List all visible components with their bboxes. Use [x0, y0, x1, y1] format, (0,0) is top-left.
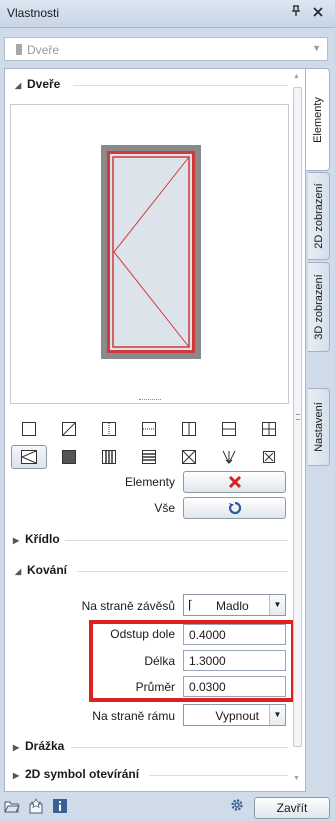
collapse-triangle-icon: ◢ — [15, 81, 22, 90]
window-title: Vlastnosti — [7, 6, 60, 20]
horizontal-bars-icon[interactable] — [137, 445, 161, 469]
element-type-select[interactable]: Dveře ▼ — [4, 37, 328, 61]
scroll-thumb[interactable] — [293, 87, 302, 747]
scroll-up-icon[interactable]: ▲ — [293, 73, 300, 80]
section-dvere-label: Dveře — [27, 77, 61, 91]
section-dvere[interactable]: ◢ Dveře — [15, 77, 288, 95]
tab-elementy-label: Elementy — [311, 96, 324, 143]
chevron-down-icon: ▼ — [312, 43, 321, 53]
section-drazka[interactable]: ▶ Drážka — [13, 739, 288, 757]
resize-grip[interactable] — [139, 399, 161, 402]
expand-triangle-icon: ▶ — [13, 771, 20, 780]
cross-split-icon[interactable] — [257, 417, 281, 441]
vertical-split-icon[interactable] — [177, 417, 201, 441]
tab-nastaveni[interactable]: Nastavení — [308, 388, 330, 466]
vertical-bars-icon[interactable] — [97, 445, 121, 469]
door-drawing — [101, 145, 201, 359]
frame-icon[interactable] — [17, 417, 41, 441]
expand-triangle-icon: ▶ — [13, 743, 20, 752]
tab-2d-label: 2D zobrazení — [312, 183, 325, 249]
element-swatch-icon — [16, 44, 22, 55]
section-2d-symbol[interactable]: ▶ 2D symbol otevírání — [13, 767, 288, 785]
highlight-box — [89, 620, 295, 702]
diagonal-frame-icon[interactable] — [57, 417, 81, 441]
close-icon[interactable] — [310, 5, 326, 21]
tab-3d-zobrazeni[interactable]: 3D zobrazení — [308, 262, 330, 352]
arrow-down-cross-icon[interactable] — [217, 445, 241, 469]
gear-icon[interactable] — [229, 797, 245, 813]
expand-triangle-icon: ▶ — [13, 536, 20, 545]
handle-icon: ⌈ — [188, 598, 193, 612]
section-kridlo[interactable]: ▶ Křídlo — [13, 532, 288, 550]
section-drazka-label: Drážka — [25, 739, 65, 753]
refresh-icon — [228, 501, 241, 515]
hinge-side-label: Na straně závěsů — [81, 599, 175, 613]
frame-side-value: Vypnout — [215, 709, 259, 723]
collapse-triangle-icon: ◢ — [15, 567, 22, 576]
swing-left-icon[interactable] — [11, 445, 47, 469]
frame-side-label: Na straně rámu — [92, 709, 175, 723]
tab-3d-label: 3D zobrazení — [312, 274, 325, 340]
element-icon-row-1 — [11, 417, 287, 441]
solid-panel-icon[interactable] — [57, 445, 81, 469]
properties-panel: ◢ Dveře Elementy Vše ▶ Křídlo ◢ Kování N… — [4, 68, 306, 792]
title-bar: Vlastnosti — [0, 0, 335, 28]
info-icon[interactable] — [52, 798, 68, 814]
vse-label: Vše — [154, 501, 175, 515]
delete-elements-button[interactable] — [183, 471, 286, 493]
favorite-save-icon[interactable] — [28, 798, 44, 814]
top-divider-icon[interactable] — [137, 417, 161, 441]
pin-icon[interactable] — [288, 5, 304, 21]
left-divider-icon[interactable] — [97, 417, 121, 441]
chevron-down-icon: ▼ — [269, 705, 285, 725]
tab-nastaveni-label: Nastavení — [312, 402, 325, 452]
door-preview — [10, 104, 289, 404]
scroll-down-icon[interactable]: ▼ — [293, 775, 300, 782]
vertical-scrollbar[interactable]: ▲ ▼ — [292, 73, 302, 789]
red-x-icon — [228, 475, 241, 489]
section-kridlo-label: Křídlo — [25, 532, 60, 546]
frame-side-select[interactable]: Vypnout ▼ — [183, 704, 286, 726]
section-2d-symbol-label: 2D symbol otevírání — [25, 767, 140, 781]
section-kovani[interactable]: ◢ Kování — [15, 563, 288, 581]
hinge-side-select[interactable]: ⌈ Madlo ▼ — [183, 594, 286, 616]
section-kovani-label: Kování — [27, 563, 68, 577]
element-icon-row-2 — [11, 445, 287, 469]
small-x-icon[interactable] — [257, 445, 281, 469]
tab-2d-zobrazeni[interactable]: 2D zobrazení — [308, 172, 330, 260]
x-cross-icon[interactable] — [177, 445, 201, 469]
hinge-side-value: Madlo — [216, 599, 249, 613]
chevron-down-icon: ▼ — [269, 595, 285, 615]
horizontal-split-icon[interactable] — [217, 417, 241, 441]
element-type-value: Dveře — [27, 43, 60, 57]
elementy-label: Elementy — [124, 475, 175, 489]
reset-all-button[interactable] — [183, 497, 286, 519]
tab-elementy[interactable]: Elementy — [306, 68, 330, 171]
close-button[interactable]: Zavřít — [254, 797, 330, 819]
open-folder-icon[interactable] — [4, 798, 20, 814]
